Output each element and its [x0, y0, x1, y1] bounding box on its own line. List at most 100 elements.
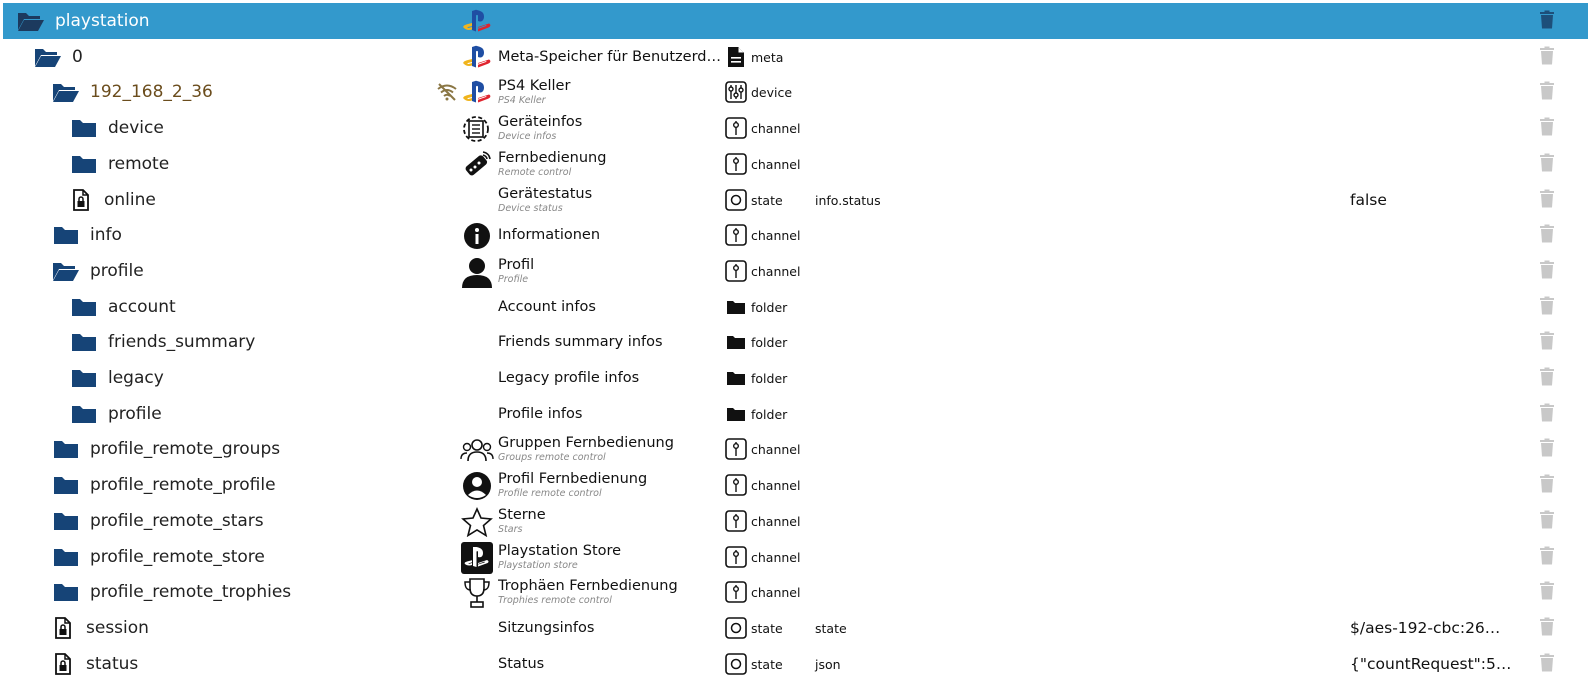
folder-closed-icon[interactable]	[52, 545, 80, 569]
trash-icon	[1539, 189, 1555, 212]
tree-row[interactable]: 192_168_2_36 PS4 Keller PS4 Keller device	[3, 74, 1588, 110]
tree-row[interactable]: profile_remote_trophies Trophäen Fernbedi…	[3, 574, 1588, 610]
row-name-cell[interactable]: device	[70, 110, 164, 146]
row-name-cell[interactable]: profile_remote_profile	[52, 467, 276, 503]
folder-open-icon[interactable]	[34, 45, 62, 69]
object-type-cell: folder	[725, 367, 787, 389]
folder-closed-icon[interactable]	[70, 402, 98, 426]
folder-closed-icon[interactable]	[52, 223, 80, 247]
row-name-cell[interactable]: playstation	[17, 3, 150, 39]
delete-button[interactable]	[1536, 296, 1558, 318]
object-type: folder	[751, 334, 788, 350]
delete-button[interactable]	[1536, 117, 1558, 139]
object-value[interactable]: $/aes-192-cbc:26…	[1350, 619, 1515, 637]
row-name-cell[interactable]: profile	[70, 396, 162, 432]
row-name: account	[108, 297, 176, 317]
folder-closed-icon[interactable]	[70, 330, 98, 354]
delete-button[interactable]	[1536, 438, 1558, 460]
row-name-cell[interactable]: status	[52, 646, 138, 682]
object-role: info.status	[815, 192, 881, 208]
delete-button[interactable]	[1536, 331, 1558, 353]
row-name-cell[interactable]: online	[70, 182, 156, 218]
row-name-cell[interactable]: account	[70, 289, 176, 325]
row-name-cell[interactable]: profile_remote_stars	[52, 503, 264, 539]
row-name-cell[interactable]: friends_summary	[70, 324, 255, 360]
object-value[interactable]: false	[1350, 191, 1515, 209]
object-value-cell[interactable]: false	[1350, 182, 1515, 218]
folder-closed-icon[interactable]	[70, 366, 98, 390]
tree-row[interactable]: playstation	[3, 3, 1588, 39]
folder-open-icon[interactable]	[52, 259, 80, 283]
object-name: Account infos	[498, 298, 596, 315]
row-name-cell[interactable]: profile_remote_trophies	[52, 574, 291, 610]
row-name-cell[interactable]: legacy	[70, 360, 164, 396]
trash-icon	[1539, 331, 1555, 354]
row-name-cell[interactable]: profile	[52, 253, 144, 289]
state-file-lock-icon[interactable]	[70, 188, 92, 212]
row-name-cell[interactable]: 0	[34, 39, 83, 75]
folder-closed-icon[interactable]	[52, 509, 80, 533]
folder-closed-icon[interactable]	[70, 116, 98, 140]
object-name-en: PS4 Keller	[498, 94, 546, 106]
tree-row[interactable]: info Informationen channel	[3, 217, 1588, 253]
tree-row[interactable]: session Sitzungsinfos state state $/aes-192-…	[3, 610, 1588, 646]
delete-button[interactable]	[1536, 81, 1558, 103]
delete-button[interactable]	[1536, 510, 1558, 532]
tree-row[interactable]: account Account infos folder	[3, 289, 1588, 325]
tree-row[interactable]: friends_summary Friends summary infos fold…	[3, 324, 1588, 360]
tree-row[interactable]: profile_remote_profile Profil Fernbedienu…	[3, 467, 1588, 503]
folder-closed-icon[interactable]	[52, 580, 80, 604]
delete-button[interactable]	[1536, 224, 1558, 246]
channel-icon	[725, 117, 747, 139]
tree-row[interactable]: remote Fernbedienung Remote control channel	[3, 146, 1588, 182]
person-icon	[460, 257, 494, 288]
delete-button[interactable]	[1536, 546, 1558, 568]
delete-button[interactable]	[1536, 581, 1558, 603]
folder-open-icon[interactable]	[52, 80, 80, 104]
row-name-cell[interactable]: remote	[70, 146, 169, 182]
delete-button[interactable]	[1536, 474, 1558, 496]
row-name-cell[interactable]: 192_168_2_36	[52, 74, 213, 110]
delete-button[interactable]	[1536, 260, 1558, 282]
row-name-cell[interactable]: profile_remote_groups	[52, 431, 280, 467]
state-file-lock-icon[interactable]	[52, 652, 74, 676]
folder-closed-icon[interactable]	[70, 152, 98, 176]
object-type: state	[751, 620, 783, 636]
delete-button[interactable]	[1536, 10, 1558, 32]
object-type-cell: state	[725, 653, 783, 675]
delete-button[interactable]	[1536, 46, 1558, 68]
tree-row[interactable]: profile_remote_stars Sterne Stars channel	[3, 503, 1588, 539]
delete-button[interactable]	[1536, 403, 1558, 425]
row-name-cell[interactable]: info	[52, 217, 122, 253]
tree-row[interactable]: legacy Legacy profile infos folder	[3, 360, 1588, 396]
delete-button[interactable]	[1536, 367, 1558, 389]
object-value[interactable]: {"countRequest":5…	[1350, 655, 1515, 673]
state-icon	[725, 617, 747, 639]
folder-closed-icon[interactable]	[70, 295, 98, 319]
delete-button[interactable]	[1536, 153, 1558, 175]
trash-icon	[1539, 438, 1555, 461]
delete-button[interactable]	[1536, 617, 1558, 639]
object-type: channel	[751, 441, 801, 457]
row-name: 192_168_2_36	[90, 82, 213, 102]
tree-row[interactable]: profile_remote_groups Gruppen Fernbedienu…	[3, 431, 1588, 467]
delete-button[interactable]	[1536, 189, 1558, 211]
state-file-lock-icon[interactable]	[52, 616, 74, 640]
tree-row[interactable]: profile Profil Profile channel	[3, 253, 1588, 289]
folder-closed-icon[interactable]	[52, 473, 80, 497]
object-value-cell[interactable]: $/aes-192-cbc:26…	[1350, 610, 1515, 646]
object-value-cell[interactable]: {"countRequest":5…	[1350, 646, 1515, 682]
delete-button[interactable]	[1536, 653, 1558, 675]
tree-row[interactable]: status Status state json {"countRequest":5…	[3, 646, 1588, 682]
folder-closed-icon[interactable]	[52, 437, 80, 461]
row-name-cell[interactable]: session	[52, 610, 149, 646]
tree-row[interactable]: device Geräteinfos Device infos channel	[3, 110, 1588, 146]
row-name-cell[interactable]: profile_remote_store	[52, 539, 265, 575]
tree-row[interactable]: 0 Meta-Speicher für Benutzerdat… meta	[3, 39, 1588, 75]
tree-row[interactable]: profile Profile infos folder	[3, 396, 1588, 432]
folder-open-icon[interactable]	[17, 9, 45, 33]
object-type: channel	[751, 584, 801, 600]
tree-row[interactable]: online Gerätestatus Device status state info…	[3, 182, 1588, 218]
tree-row[interactable]: profile_remote_store Playstation Store Pla…	[3, 539, 1588, 575]
object-type: channel	[751, 477, 801, 493]
